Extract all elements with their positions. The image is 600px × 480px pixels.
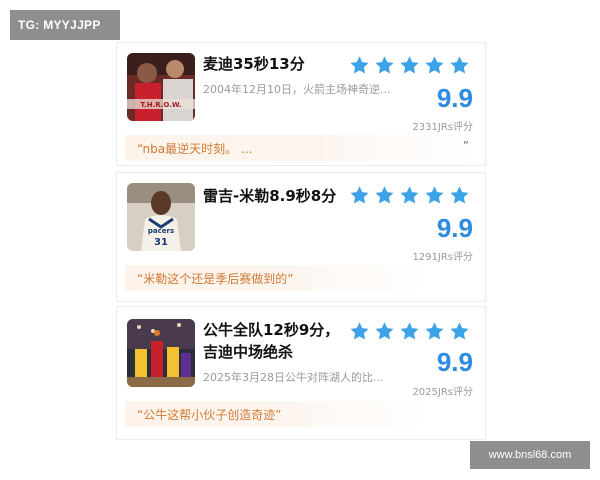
star-icon [450, 186, 469, 204]
star-icon [350, 322, 369, 340]
card-1-score: 9.9 [436, 83, 473, 113]
card-2-rating-count: 1291JRs评分 [412, 252, 473, 263]
rating-card-1[interactable]: T.H.R.O.W. 麦迪35秒13分 2004年12月10日，火箭主场神奇逆.… [116, 42, 486, 166]
card-3-title-line-2: 吉迪中场绝杀 [203, 343, 294, 361]
star-icon [425, 56, 444, 74]
thumb-1-text: T.H.R.O.W. [140, 101, 181, 109]
card-1-title: 麦迪35秒13分 [203, 55, 305, 73]
card-3-title-line-1: 公牛全队12秒9分， [203, 321, 340, 339]
star-icon [450, 322, 469, 340]
game-photo-bulls-lakers-icon [127, 319, 195, 387]
card-3-rating-count: 2025JRs评分 [412, 387, 473, 398]
card-2-quote[interactable]: “米勒这个还是季后赛做到的” [125, 265, 425, 291]
star-icon [450, 56, 469, 74]
star-icon [400, 56, 419, 74]
star-icon [350, 186, 369, 204]
card-1-stars [349, 55, 470, 76]
card-3-subtitle: 2025年3月28日公牛对阵湖人的比... [203, 371, 384, 384]
star-icon [375, 322, 394, 340]
star-icon [375, 186, 394, 204]
rating-card-2[interactable]: pacers 31 雷吉-米勒8.9秒8分 9.9 1291JRs评分 “米勒这… [116, 172, 486, 302]
rating-card-3[interactable]: 公牛全队12秒9分， 吉迪中场绝杀 2025年3月28日公牛对阵湖人的比... … [116, 306, 486, 440]
card-1-rating-count: 2331JRs评分 [412, 122, 473, 133]
player-photo-pacers-icon: pacers 31 [127, 183, 195, 251]
card-2-score: 9.9 [436, 213, 473, 243]
thumb-2-team-text: pacers [148, 227, 174, 235]
star-icon [375, 56, 394, 74]
star-icon [400, 322, 419, 340]
watermark-top: TG: MYYJJPP [10, 10, 120, 40]
card-1-quote[interactable]: “nba最逆天时刻。 ... [125, 135, 475, 161]
player-photo-rockets-icon: T.H.R.O.W. [127, 53, 195, 121]
card-2-stars [349, 185, 470, 206]
card-3-quote[interactable]: “公牛这帮小伙子创造奇迹” [125, 401, 425, 427]
card-2-title: 雷吉-米勒8.9秒8分 [203, 187, 337, 205]
card-3-score: 9.9 [436, 347, 473, 377]
card-3-stars [349, 321, 470, 342]
card-3-title: 公牛全队12秒9分， 吉迪中场绝杀 [203, 319, 343, 363]
watermark-bottom: www.bnsl68.com [470, 441, 590, 469]
star-icon [425, 186, 444, 204]
card-1-quote-close: ” [462, 139, 469, 153]
card-1-subtitle: 2004年12月10日，火箭主场神奇逆... [203, 83, 391, 96]
star-icon [425, 322, 444, 340]
star-icon [400, 186, 419, 204]
thumb-2-number-text: 31 [154, 237, 168, 248]
star-icon [350, 56, 369, 74]
